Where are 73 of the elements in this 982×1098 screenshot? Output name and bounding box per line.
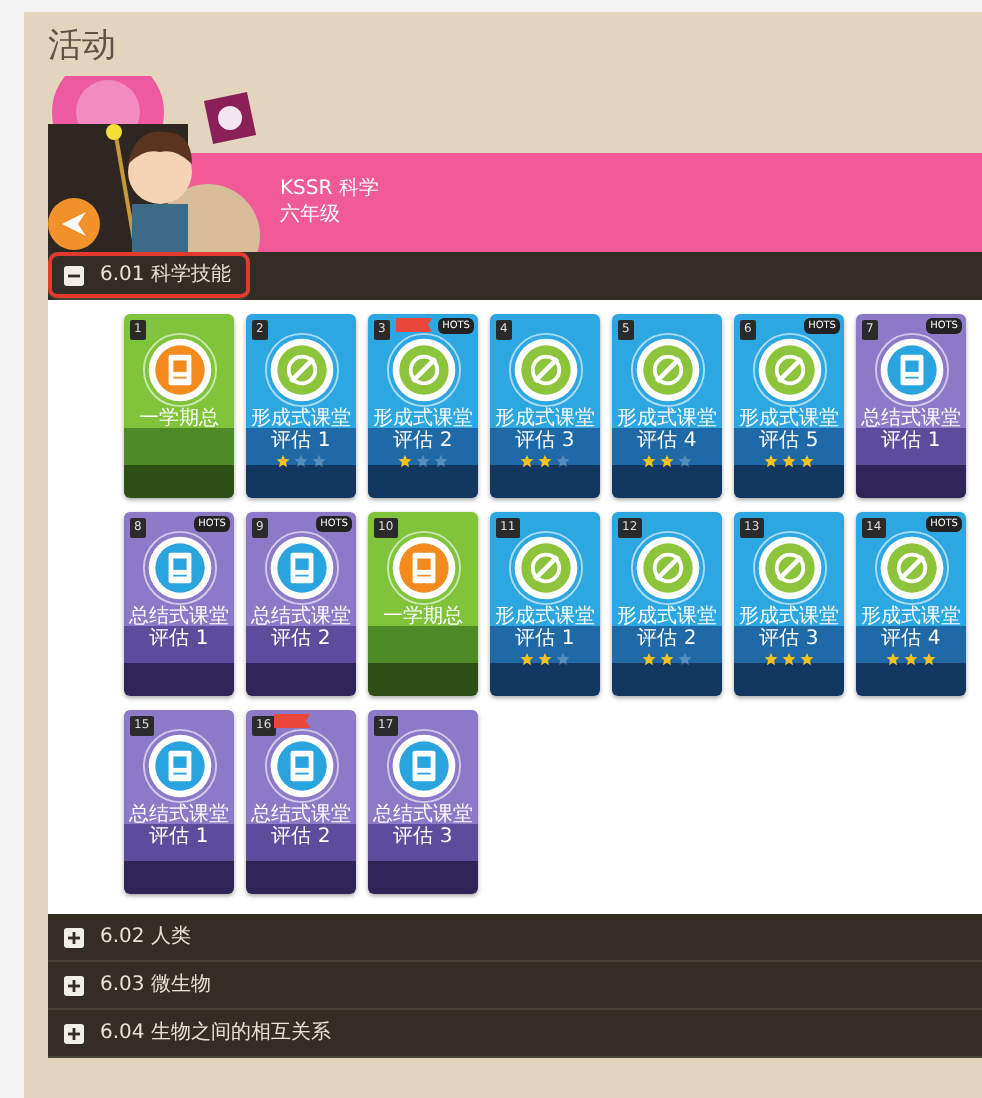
- star-icon: [886, 652, 900, 667]
- document-icon: [263, 530, 339, 607]
- expand-icon[interactable]: [64, 927, 84, 948]
- card-title: 一学期总: [381, 608, 465, 630]
- card-title: 总结式课堂评估 1: [127, 806, 231, 849]
- card-title: 形成式课堂评估 2: [615, 608, 719, 651]
- compass-icon: [385, 332, 461, 409]
- star-icon: [416, 454, 430, 469]
- card-title: 形成式课堂评估 5: [737, 410, 841, 453]
- course-subject: KSSR 科学: [280, 176, 379, 203]
- star-icon: [556, 454, 570, 469]
- card-title: 总结式课堂评估 1: [127, 608, 231, 651]
- card-title: 总结式课堂评估 2: [249, 608, 353, 651]
- card-title: 形成式课堂评估 3: [737, 608, 841, 651]
- star-icon: [800, 454, 814, 469]
- star-icon: [538, 652, 552, 667]
- star-icon: [800, 652, 814, 667]
- card-title: 形成式课堂评估 1: [493, 608, 597, 651]
- section-label[interactable]: 6.04 生物之间的相互关系: [100, 1018, 331, 1049]
- back-button[interactable]: [48, 198, 100, 251]
- star-icon: [904, 652, 918, 667]
- star-icon: [294, 454, 308, 469]
- card-title: 一学期总: [137, 410, 221, 432]
- star-icon: [642, 454, 656, 469]
- card-title: 形成式课堂评估 4: [859, 608, 963, 651]
- star-icon: [642, 652, 656, 667]
- star-icon: [538, 454, 552, 469]
- star-icon: [660, 652, 674, 667]
- card-title: 形成式课堂评估 2: [371, 410, 475, 453]
- star-icon: [398, 454, 412, 469]
- compass-icon: [629, 530, 705, 607]
- compass-icon: [507, 332, 583, 409]
- section-label[interactable]: 6.03 微生物: [100, 970, 211, 1001]
- document-icon: [263, 728, 339, 805]
- card-title: 形成式课堂评估 4: [615, 410, 719, 453]
- section-header[interactable]: 6.01 科学技能: [48, 252, 250, 301]
- compass-icon: [873, 530, 949, 607]
- compass-icon: [507, 530, 583, 607]
- star-icon: [312, 454, 326, 469]
- document-icon: [385, 728, 461, 805]
- document-icon: [385, 530, 461, 607]
- card-title: 总结式课堂评估 1: [859, 410, 963, 453]
- collapse-icon[interactable]: [64, 265, 84, 286]
- star-icon: [764, 652, 778, 667]
- compass-icon: [263, 332, 339, 409]
- compass-icon: [751, 332, 827, 409]
- star-icon: [520, 454, 534, 469]
- card-title: 形成式课堂评估 1: [249, 410, 353, 453]
- star-icon: [660, 454, 674, 469]
- card-title: 形成式课堂评估 3: [493, 410, 597, 453]
- star-icon: [782, 454, 796, 469]
- compass-icon: [751, 530, 827, 607]
- card-title: 总结式课堂评估 2: [249, 806, 353, 849]
- star-icon: [764, 454, 778, 469]
- compass-icon: [629, 332, 705, 409]
- star-icon: [678, 454, 692, 469]
- star-icon: [520, 652, 534, 667]
- star-icon: [782, 652, 796, 667]
- star-icon: [922, 652, 936, 667]
- star-icon: [434, 454, 448, 469]
- document-icon: [141, 530, 217, 607]
- star-icon: [678, 652, 692, 667]
- page-title: 活动: [48, 24, 118, 70]
- document-icon: [873, 332, 949, 409]
- course-grade: 六年级: [280, 202, 340, 229]
- section-label[interactable]: 6.02 人类: [100, 922, 191, 953]
- card-title: 总结式课堂评估 3: [371, 806, 475, 849]
- star-icon: [556, 652, 570, 667]
- star-icon: [276, 454, 290, 469]
- document-icon: [141, 728, 217, 805]
- expand-icon[interactable]: [64, 975, 84, 996]
- document-icon: [141, 332, 217, 409]
- expand-icon[interactable]: [64, 1023, 84, 1044]
